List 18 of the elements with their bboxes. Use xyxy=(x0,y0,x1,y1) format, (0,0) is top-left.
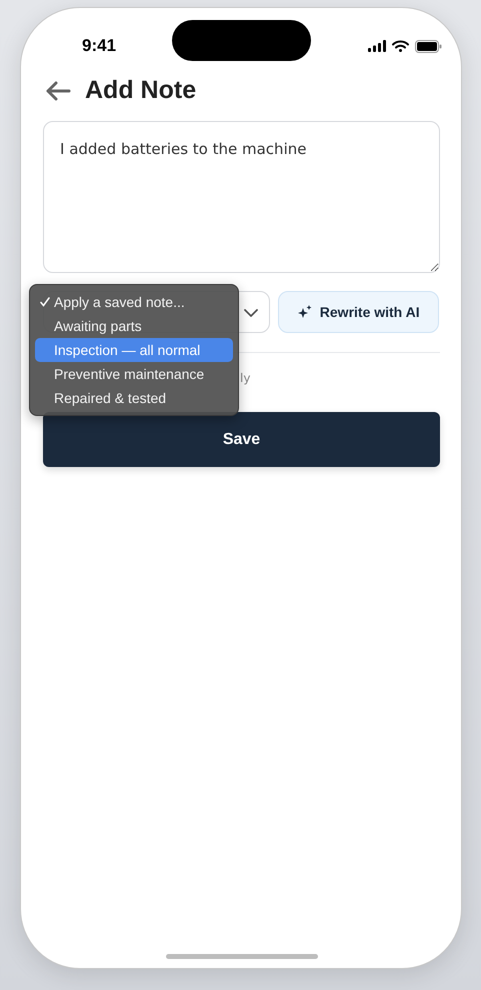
page-title: Add Note xyxy=(85,76,196,105)
status-time: 9:41 xyxy=(82,36,116,56)
menu-item[interactable]: Preventive maintenance xyxy=(35,362,233,386)
menu-item[interactable]: Inspection — all normal xyxy=(35,338,233,362)
rewrite-button[interactable]: Rewrite with AI xyxy=(278,291,439,333)
note-field[interactable]: I added batteries to the machine xyxy=(43,121,440,273)
signal-icon xyxy=(368,40,386,52)
menu-item[interactable]: Apply a saved note... xyxy=(35,290,233,314)
sparkle-icon xyxy=(298,305,312,319)
hint-text: ly xyxy=(240,371,250,385)
back-arrow-icon[interactable] xyxy=(45,80,71,100)
menu-item[interactable]: Repaired & tested xyxy=(35,386,233,410)
checkmark-icon xyxy=(40,297,50,307)
menu-item[interactable]: Awaiting parts xyxy=(35,314,233,338)
battery-icon xyxy=(415,40,442,52)
chevron-down-icon xyxy=(243,308,260,318)
wifi-icon xyxy=(392,40,409,52)
save-button[interactable]: Save xyxy=(43,412,440,467)
